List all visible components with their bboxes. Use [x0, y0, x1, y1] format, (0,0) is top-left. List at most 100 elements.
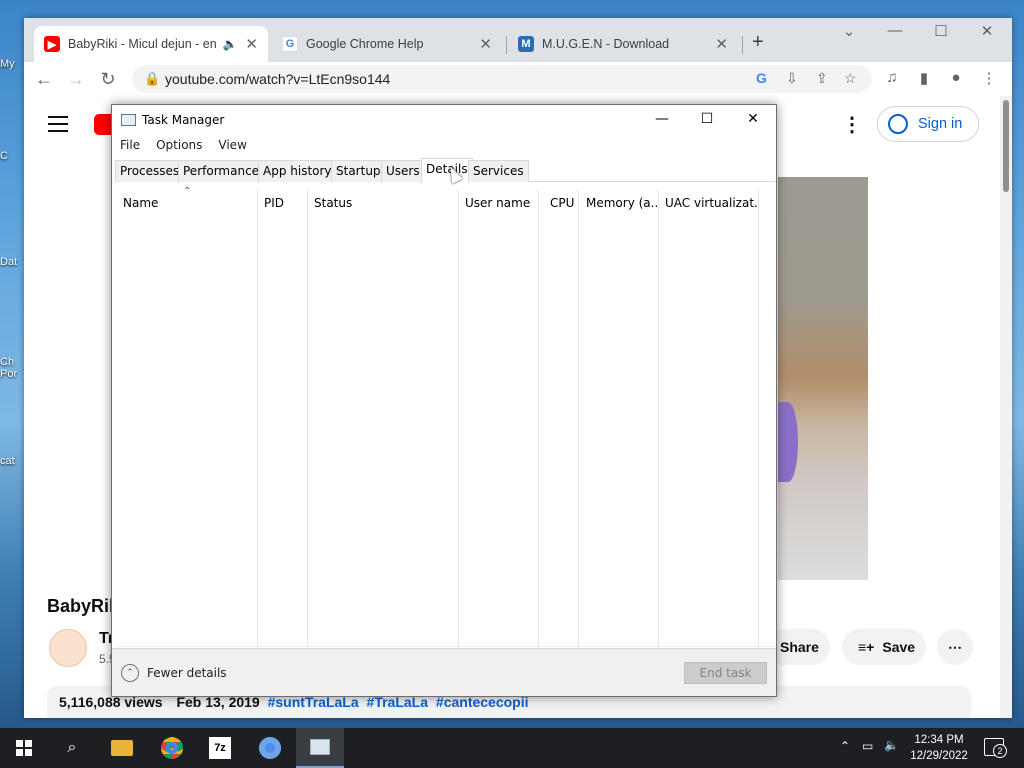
page-scrollbar[interactable] — [1000, 96, 1012, 718]
chromium-icon[interactable] — [246, 728, 294, 768]
chrome-menu-icon[interactable]: ⋮ — [979, 69, 999, 87]
more-options-icon[interactable]: ⋮ — [842, 112, 862, 137]
column-name[interactable]: ⌃ Name — [115, 186, 258, 647]
start-button[interactable] — [0, 728, 48, 768]
tab-processes[interactable]: Processes — [115, 160, 185, 182]
reload-icon[interactable]: ↻ — [96, 69, 120, 89]
column-status[interactable]: Status — [308, 190, 459, 647]
close-icon[interactable]: ✕ — [730, 111, 776, 127]
tab-chrome-help[interactable]: G Google Chrome Help ✕ — [272, 26, 502, 62]
maximize-icon[interactable]: ☐ — [684, 111, 730, 127]
save-button[interactable]: ≡+ Save — [842, 629, 926, 665]
google-lens-icon[interactable]: G — [756, 70, 767, 86]
speaker-icon[interactable]: 🔈 — [222, 37, 237, 51]
fewer-details-label: Fewer details — [147, 666, 227, 680]
more-actions-button[interactable]: ⋯ — [937, 629, 973, 665]
window-title: Task Manager — [142, 113, 225, 127]
tab-search-icon[interactable]: ⌄ — [826, 22, 872, 40]
column-header[interactable]: Status — [314, 196, 352, 210]
mugen-icon: M — [518, 36, 534, 52]
column-header[interactable]: User name — [465, 196, 530, 210]
windows-logo-icon — [16, 740, 32, 756]
google-icon: G — [282, 36, 298, 52]
menu-options[interactable]: Options — [148, 136, 210, 156]
7zip-icon[interactable]: 7z — [196, 728, 244, 768]
desktop-icon-ch[interactable]: Ch Por — [0, 356, 24, 380]
profile-icon[interactable]: ● — [946, 69, 966, 86]
desktop-icon-label: cat — [0, 455, 15, 467]
desktop-icon-my[interactable]: My — [0, 58, 24, 70]
bookmark-star-icon[interactable]: ☆ — [844, 70, 857, 87]
file-explorer-icon[interactable] — [98, 728, 146, 768]
task-manager-taskbar-icon[interactable] — [296, 728, 344, 768]
end-task-button[interactable]: End task — [684, 662, 767, 684]
clock[interactable]: 12:34 PM 12/29/2022 — [904, 732, 974, 764]
fewer-details-button[interactable]: ⌃ Fewer details — [121, 664, 227, 682]
chrome-icon[interactable] — [148, 728, 196, 768]
task-manager-footer: ⌃ Fewer details End task — [112, 648, 776, 696]
desktop-icon-label: C — [0, 150, 8, 162]
tab-performance[interactable]: Performance — [178, 160, 265, 182]
network-icon[interactable]: ▭ — [862, 739, 873, 753]
menu-file[interactable]: File — [112, 136, 148, 156]
install-icon[interactable]: ⇩ — [786, 70, 798, 87]
tab-separator — [742, 36, 743, 54]
column-header[interactable]: PID — [264, 196, 284, 210]
column-uac-virtualization[interactable]: UAC virtualizat... — [659, 190, 759, 647]
new-tab-button[interactable]: + — [752, 31, 764, 54]
close-tab-icon[interactable]: ✕ — [245, 35, 258, 53]
lock-icon[interactable]: 🔒 — [144, 71, 160, 87]
search-icon[interactable]: ⌕ — [48, 728, 96, 768]
tab-startup[interactable]: Startup — [331, 160, 386, 182]
task-manager-titlebar[interactable]: Task Manager — ☐ ✕ — [112, 105, 776, 135]
clock-time: 12:34 PM — [914, 734, 964, 746]
show-hidden-icons[interactable]: ⌃ — [840, 739, 850, 753]
volume-icon[interactable]: 🔈 — [884, 738, 899, 752]
tab-separator — [506, 36, 507, 54]
hamburger-menu-icon[interactable] — [48, 116, 68, 137]
close-window-icon[interactable]: ✕ — [964, 22, 1010, 40]
column-header[interactable]: Name — [123, 196, 158, 210]
desktop-icon-c[interactable]: C — [0, 150, 24, 162]
desktop-icon-dat[interactable]: Dat — [0, 256, 24, 268]
minimize-icon[interactable]: — — [639, 111, 685, 127]
tab-youtube[interactable]: ▶ BabyRiki - Micul dejun - enė 🔈 ✕ — [34, 26, 268, 62]
sign-in-button[interactable]: Sign in — [877, 106, 979, 142]
user-circle-icon — [888, 114, 908, 134]
scrollbar-thumb[interactable] — [1003, 100, 1009, 192]
column-user-name[interactable]: User name — [459, 190, 539, 647]
column-pid[interactable]: PID — [258, 190, 308, 647]
close-tab-icon[interactable]: ✕ — [479, 35, 492, 53]
share-icon[interactable]: ⇪ — [816, 70, 828, 87]
details-grid[interactable]: ⌃ Name PID Status User name CPU Memory (… — [115, 186, 775, 647]
side-panel-icon[interactable]: ▮ — [914, 69, 934, 87]
media-control-icon[interactable]: ♫ — [882, 69, 902, 86]
minimize-icon[interactable]: — — [872, 22, 918, 39]
address-bar[interactable]: 🔒 youtube.com/watch?v=LtEcn9so144 G ⇩ ⇪ … — [132, 65, 872, 93]
desktop-icon-label: Ch Por — [0, 356, 18, 380]
column-memory[interactable]: Memory (a... — [579, 190, 659, 647]
video-player[interactable] — [778, 177, 868, 580]
menu-view[interactable]: View — [210, 136, 254, 156]
desktop-icon-label: My — [0, 58, 15, 70]
sort-ascending-icon: ⌃ — [183, 186, 192, 197]
desktop-icon-cat[interactable]: cat — [0, 455, 24, 467]
video-frame-object — [778, 402, 798, 482]
tab-services[interactable]: Services — [468, 160, 529, 182]
column-header[interactable]: UAC virtualizat... — [665, 196, 757, 210]
tab-users[interactable]: Users — [381, 160, 425, 182]
close-tab-icon[interactable]: ✕ — [715, 35, 728, 53]
column-header[interactable]: CPU — [550, 196, 574, 210]
sign-in-label: Sign in — [918, 116, 963, 132]
column-header[interactable]: Memory (a... — [586, 196, 658, 210]
column-cpu[interactable]: CPU — [539, 190, 579, 647]
tab-mugen[interactable]: M M.U.G.E.N - Download ✕ — [508, 26, 738, 62]
maximize-icon[interactable]: ☐ — [918, 22, 964, 40]
back-icon[interactable]: ← — [32, 69, 56, 89]
save-label: Save — [882, 639, 916, 655]
channel-avatar[interactable] — [49, 629, 87, 667]
url-text[interactable]: youtube.com/watch?v=LtEcn9so144 — [165, 71, 390, 87]
forward-icon[interactable]: → — [64, 69, 88, 89]
browser-toolbar: ← → ↻ 🔒 youtube.com/watch?v=LtEcn9so144 … — [24, 62, 1012, 96]
tab-app-history[interactable]: App history — [258, 160, 337, 182]
